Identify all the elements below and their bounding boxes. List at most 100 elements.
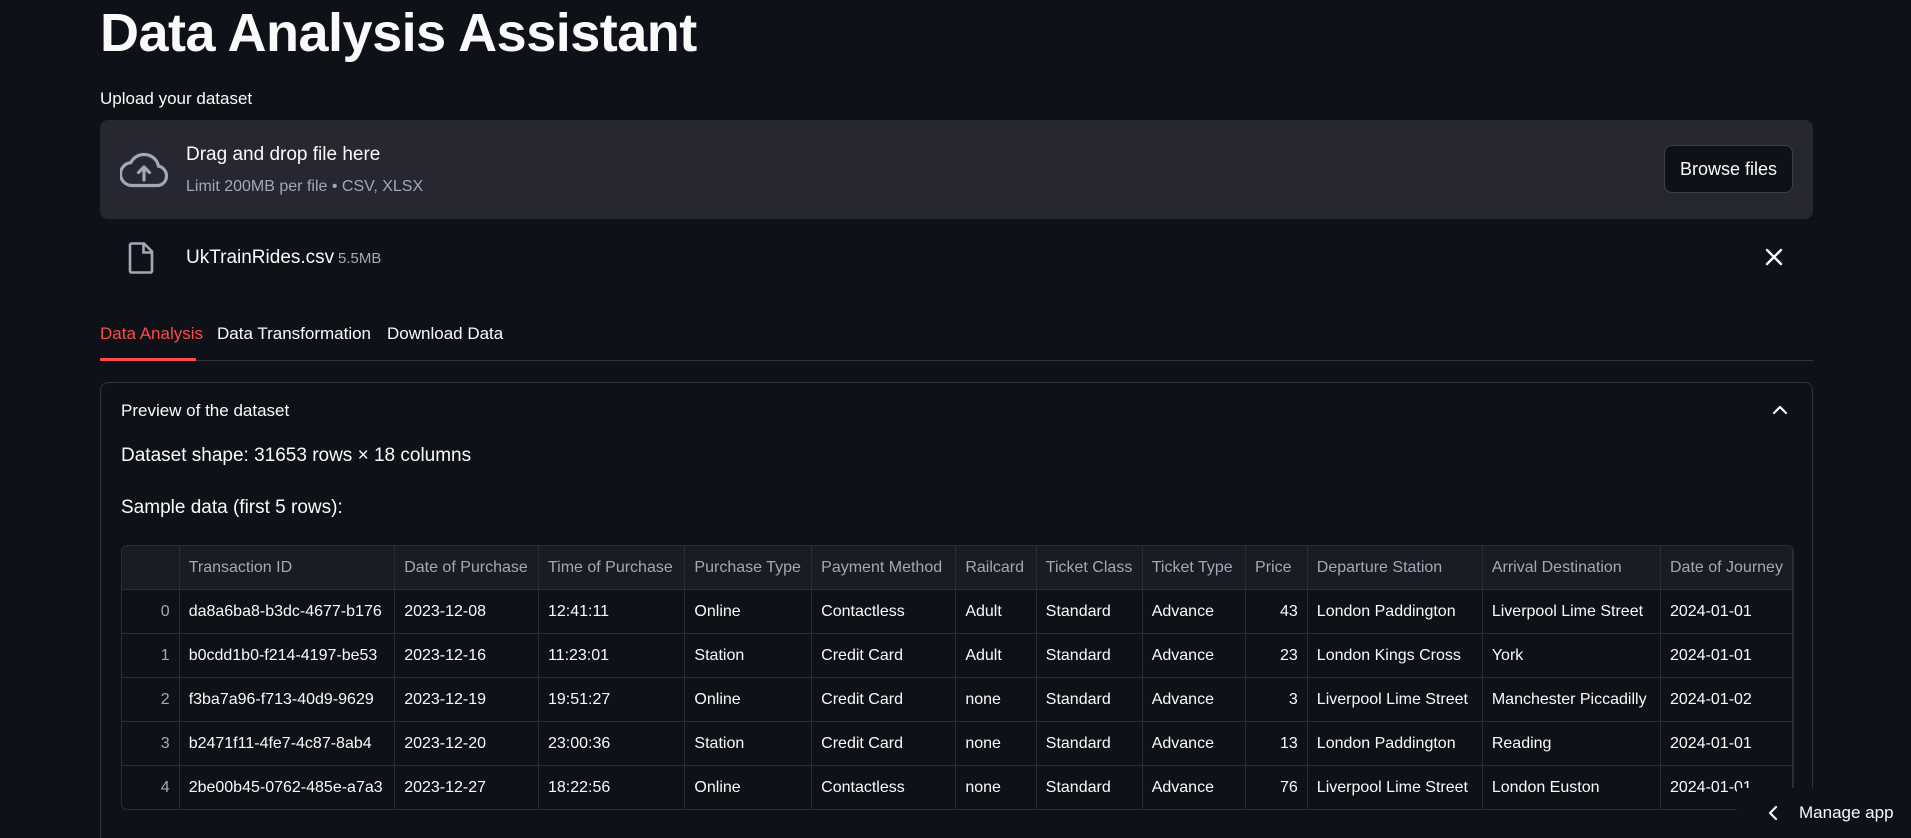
- table-cell[interactable]: 2023-12-16: [394, 633, 539, 678]
- column-header[interactable]: Payment Method: [811, 546, 957, 590]
- table-cell[interactable]: 3: [1245, 677, 1308, 722]
- tab-data-analysis[interactable]: Data Analysis: [100, 324, 203, 344]
- table-cell[interactable]: Online: [684, 677, 813, 722]
- table-cell[interactable]: Online: [684, 765, 813, 809]
- table-cell[interactable]: Credit Card: [811, 633, 957, 678]
- table-cell[interactable]: 18:22:56: [538, 765, 686, 809]
- table-cell[interactable]: Station: [684, 721, 813, 766]
- table-cell[interactable]: Liverpool Lime Street: [1307, 677, 1483, 722]
- column-header[interactable]: Ticket Class: [1036, 546, 1143, 590]
- uploaded-file-name: UkTrainRides.csv: [186, 247, 335, 268]
- table-cell[interactable]: Online: [684, 589, 813, 634]
- table-cell[interactable]: b0cdd1b0-f214-4197-be53: [179, 633, 396, 678]
- table-cell[interactable]: 2023-12-27: [394, 765, 539, 809]
- table-cell[interactable]: Standard: [1036, 677, 1143, 722]
- table-cell[interactable]: b2471f11-4fe7-4c87-8ab4: [179, 721, 396, 766]
- column-header[interactable]: Purchase Type: [684, 546, 813, 590]
- chevron-left-icon: [1768, 805, 1778, 821]
- table-cell[interactable]: 2023-12-08: [394, 589, 539, 634]
- expander-header[interactable]: Preview of the dataset: [121, 401, 289, 421]
- table-cell[interactable]: 2024-01-01: [1660, 633, 1793, 678]
- table-cell[interactable]: Adult: [955, 589, 1037, 634]
- sample-data-heading: Sample data (first 5 rows):: [121, 497, 343, 518]
- table-cell[interactable]: 2be00b45-0762-485e-a7a3: [179, 765, 396, 809]
- table-cell[interactable]: Credit Card: [811, 721, 957, 766]
- data-table: Transaction ID Date of Purchase Time of …: [122, 546, 1793, 809]
- browse-files-button[interactable]: Browse files: [1663, 145, 1793, 193]
- column-header[interactable]: Arrival Destination: [1482, 546, 1661, 590]
- table-cell[interactable]: 2024-01-02: [1660, 677, 1793, 722]
- table-cell[interactable]: Standard: [1036, 765, 1143, 809]
- table-cell[interactable]: 23:00:36: [538, 721, 686, 766]
- table-cell[interactable]: 12:41:11: [538, 589, 686, 634]
- table-cell[interactable]: Liverpool Lime Street: [1307, 765, 1483, 809]
- column-header[interactable]: Railcard: [955, 546, 1037, 590]
- tab-data-transformation[interactable]: Data Transformation: [217, 324, 371, 344]
- manage-app-button[interactable]: Manage app: [1737, 788, 1911, 838]
- table-cell[interactable]: Standard: [1036, 633, 1143, 678]
- column-header-index[interactable]: [122, 546, 180, 590]
- column-header[interactable]: Price: [1245, 546, 1308, 590]
- table-cell[interactable]: London Euston: [1482, 765, 1661, 809]
- table-cell[interactable]: da8a6ba8-b3dc-4677-b176: [179, 589, 396, 634]
- table-cell[interactable]: Credit Card: [811, 677, 957, 722]
- column-header[interactable]: Date of Journey: [1660, 546, 1793, 590]
- table-row: 0 da8a6ba8-b3dc-4677-b176 2023-12-08 12:…: [122, 589, 1793, 634]
- column-header[interactable]: Date of Purchase: [394, 546, 539, 590]
- table-cell[interactable]: London Paddington: [1307, 589, 1483, 634]
- cloud-upload-icon: [120, 152, 168, 188]
- table-cell[interactable]: Advance: [1142, 721, 1247, 766]
- table-cell[interactable]: York: [1482, 633, 1661, 678]
- column-header[interactable]: Ticket Type: [1142, 546, 1247, 590]
- table-cell[interactable]: f3ba7a96-f713-40d9-9629: [179, 677, 396, 722]
- table-cell[interactable]: Advance: [1142, 677, 1247, 722]
- tab-bar: Data Analysis Data Transformation Downlo…: [100, 318, 1813, 361]
- table-cell[interactable]: 11:23:01: [538, 633, 686, 678]
- table-cell[interactable]: 13: [1245, 721, 1308, 766]
- row-index[interactable]: 1: [122, 633, 180, 678]
- table-cell[interactable]: Adult: [955, 633, 1037, 678]
- table-cell[interactable]: none: [955, 677, 1037, 722]
- table-cell[interactable]: 2024-01-01: [1660, 589, 1793, 634]
- table-cell[interactable]: 23: [1245, 633, 1308, 678]
- column-header[interactable]: Departure Station: [1307, 546, 1483, 590]
- table-cell[interactable]: Station: [684, 633, 813, 678]
- dataframe-table[interactable]: Transaction ID Date of Purchase Time of …: [121, 545, 1794, 810]
- table-cell[interactable]: London Kings Cross: [1307, 633, 1483, 678]
- row-index[interactable]: 3: [122, 721, 180, 766]
- file-dropzone[interactable]: Drag and drop file here Limit 200MB per …: [100, 120, 1813, 219]
- table-cell[interactable]: Advance: [1142, 765, 1247, 809]
- column-header[interactable]: Time of Purchase: [538, 546, 686, 590]
- remove-file-close-icon[interactable]: [1763, 246, 1785, 268]
- table-cell[interactable]: none: [955, 765, 1037, 809]
- table-row: 2 f3ba7a96-f713-40d9-9629 2023-12-19 19:…: [122, 677, 1793, 722]
- table-cell[interactable]: 43: [1245, 589, 1308, 634]
- table-cell[interactable]: 76: [1245, 765, 1308, 809]
- table-cell[interactable]: Advance: [1142, 589, 1247, 634]
- dropzone-title: Drag and drop file here: [186, 144, 381, 165]
- table-cell[interactable]: 2024-01-01: [1660, 721, 1793, 766]
- table-cell[interactable]: none: [955, 721, 1037, 766]
- table-cell[interactable]: 2023-12-19: [394, 677, 539, 722]
- chevron-up-icon[interactable]: [1772, 403, 1788, 417]
- row-index[interactable]: 2: [122, 677, 180, 722]
- page-title: Data Analysis Assistant: [100, 3, 697, 63]
- active-tab-indicator: [100, 358, 196, 361]
- row-index[interactable]: 4: [122, 765, 180, 809]
- table-cell[interactable]: Advance: [1142, 633, 1247, 678]
- column-header[interactable]: Transaction ID: [179, 546, 396, 590]
- row-index[interactable]: 0: [122, 589, 180, 634]
- table-row: 1 b0cdd1b0-f214-4197-be53 2023-12-16 11:…: [122, 633, 1793, 678]
- dataset-preview-expander: Preview of the dataset Dataset shape: 31…: [100, 382, 1813, 838]
- table-cell[interactable]: London Paddington: [1307, 721, 1483, 766]
- table-cell[interactable]: Contactless: [811, 765, 957, 809]
- table-cell[interactable]: 19:51:27: [538, 677, 686, 722]
- table-cell[interactable]: Standard: [1036, 721, 1143, 766]
- table-cell[interactable]: Contactless: [811, 589, 957, 634]
- table-cell[interactable]: Reading: [1482, 721, 1661, 766]
- table-cell[interactable]: Manchester Piccadilly: [1482, 677, 1661, 722]
- tab-download-data[interactable]: Download Data: [387, 324, 503, 344]
- table-cell[interactable]: Standard: [1036, 589, 1143, 634]
- table-cell[interactable]: 2023-12-20: [394, 721, 539, 766]
- table-cell[interactable]: Liverpool Lime Street: [1482, 589, 1661, 634]
